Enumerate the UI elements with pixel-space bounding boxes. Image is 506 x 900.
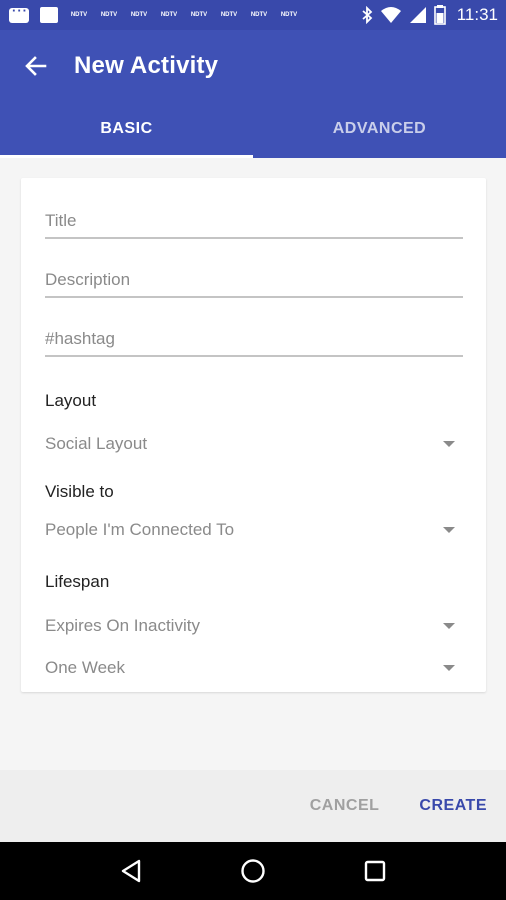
back-button[interactable] [20,50,52,82]
nav-home-button[interactable] [233,851,273,891]
layout-select[interactable]: Social Layout [45,434,457,454]
dropdown-arrow-icon [443,623,455,629]
visible-to-label: Visible to [45,482,114,501]
system-icons: 11:31 [361,5,498,25]
create-button[interactable]: CREATE [419,797,487,815]
lifespan-duration-value: One Week [45,658,126,677]
nav-home-icon [241,859,265,883]
chat-notification-icon [8,3,30,23]
image-notification-icon [38,7,60,23]
dropdown-arrow-icon [443,441,455,447]
news-notification-icon: NDTV [280,12,298,18]
dropdown-arrow-icon [443,527,455,533]
news-notification-icon: NDTV [160,12,178,18]
news-notification-icon: NDTV [190,12,208,18]
description-field [45,270,463,298]
visible-to-value: People I'm Connected To [45,520,235,539]
hashtag-field [45,329,463,357]
cancel-button[interactable]: CANCEL [310,797,380,815]
nav-back-icon [121,859,141,883]
news-notification-icon: NDTV [130,12,148,18]
lifespan-mode-select[interactable]: Expires On Inactivity [45,616,457,636]
bluetooth-icon [361,6,373,24]
status-bar: NDTV NDTV NDTV NDTV NDTV NDTV NDTV NDTV … [0,0,506,30]
nav-recents-icon [364,860,386,882]
app-bar: New Activity BASIC ADVANCED [0,30,506,158]
notification-icons: NDTV NDTV NDTV NDTV NDTV NDTV NDTV NDTV [8,3,361,23]
lifespan-mode-value: Expires On Inactivity [45,616,200,635]
news-notification-icon: NDTV [220,12,238,18]
visible-to-select[interactable]: People I'm Connected To [45,520,457,540]
toolbar: New Activity [0,30,506,102]
form-card: Layout Social Layout Visible to People I… [21,178,486,692]
title-field [45,211,463,239]
news-notification-icon: NDTV [100,12,118,18]
page-title: New Activity [74,52,219,79]
layout-value: Social Layout [45,434,148,453]
signal-icon [409,6,427,24]
title-underline [45,237,463,239]
hashtag-underline [45,355,463,357]
description-input[interactable] [45,270,463,296]
battery-icon [433,5,446,25]
hashtag-input[interactable] [45,329,463,355]
action-bar: CANCEL CREATE [0,770,506,842]
nav-back-button[interactable] [111,851,151,891]
lifespan-label: Lifespan [45,572,110,591]
tab-advanced[interactable]: ADVANCED [253,102,506,158]
description-underline [45,296,463,298]
arrow-back-icon [25,56,47,76]
clock: 11:31 [456,5,498,24]
tab-indicator [0,155,253,158]
tab-basic[interactable]: BASIC [0,102,253,158]
news-notification-icon: NDTV [250,12,268,18]
tab-bar: BASIC ADVANCED [0,102,506,158]
navigation-bar [0,842,506,900]
nav-recents-button[interactable] [355,851,395,891]
lifespan-duration-select[interactable]: One Week [45,658,457,678]
dropdown-arrow-icon [443,665,455,671]
layout-label: Layout [45,391,97,410]
title-input[interactable] [45,211,463,237]
wifi-icon [380,6,402,24]
news-notification-icon: NDTV [70,12,88,18]
